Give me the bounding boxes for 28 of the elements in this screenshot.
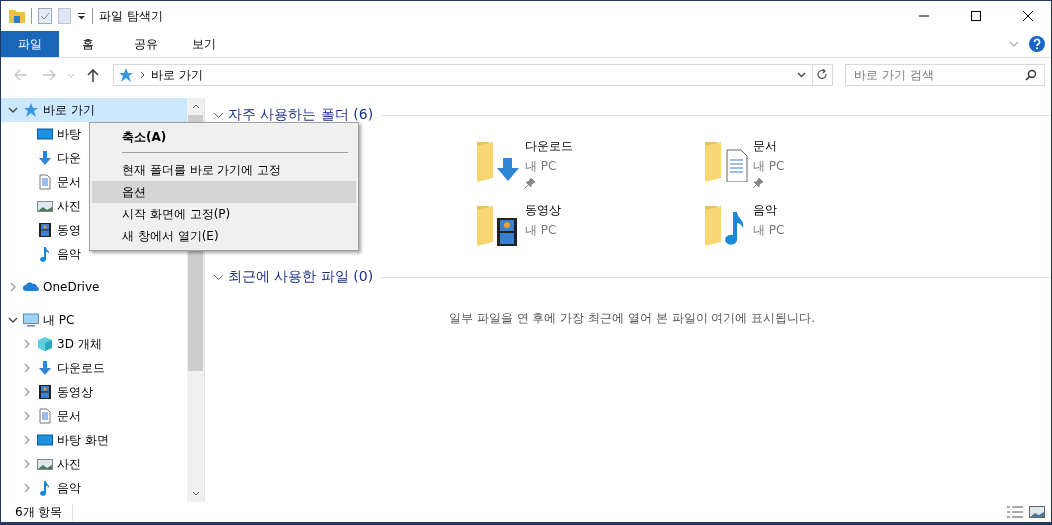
folder-name: 동영상 (525, 202, 561, 219)
folder-location: 내 PC (525, 158, 558, 175)
tree-item-label: 동영상 (57, 383, 93, 401)
empty-message: 일부 파일을 연 후에 가장 최근에 열어 본 파일이 여기에 표시됩니다. (448, 310, 816, 327)
tree-item-label: 음악 (57, 479, 81, 497)
folder-location: 내 PC (753, 222, 785, 239)
folder-name: 다운로드 (525, 138, 573, 155)
tree-item-label: OneDrive (43, 280, 100, 294)
window-title: 파일 탐색기 (99, 7, 163, 25)
address-text: 바로 가기 (151, 66, 204, 84)
tree-item-label: 내 PC (43, 311, 75, 329)
tree-item-label: 3D 개체 (57, 335, 102, 353)
folder-name: 문서 (753, 138, 778, 155)
tree-item-label: 다운로드 (57, 359, 105, 377)
tree-item-label: 사진 (57, 197, 81, 215)
folder-name: 음악 (753, 202, 778, 219)
tree-item-label: 문서 (57, 173, 81, 191)
folder-location: 내 PC (525, 222, 558, 239)
tree-item-label: 사진 (57, 455, 81, 473)
tree-item-label: 동영 (57, 221, 81, 239)
item-count: 6개 항목 (15, 503, 74, 521)
folder-location: 내 PC (753, 158, 785, 175)
tree-item-label: 문서 (57, 407, 81, 425)
tree-item-label: 바탕 화면 (57, 431, 109, 449)
tree-item-label: 바탕 (57, 125, 81, 143)
tree-item-label: 음악 (57, 245, 81, 263)
tree-item-label: 바로 가기 (43, 101, 95, 119)
tree-item-label: 다운 (57, 149, 81, 167)
